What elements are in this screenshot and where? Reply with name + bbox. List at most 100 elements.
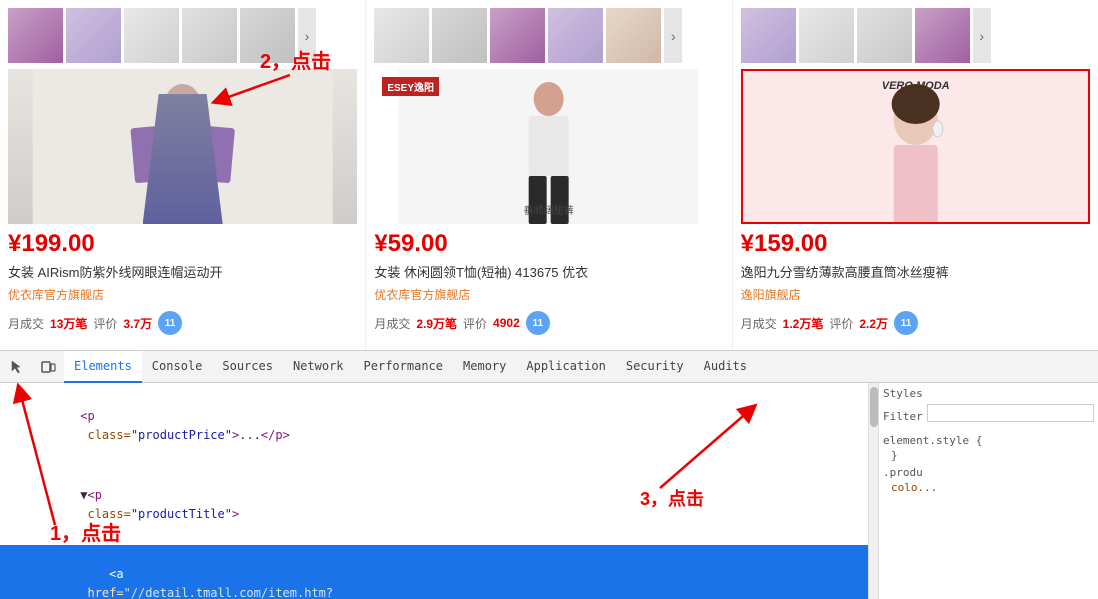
product-title-2: 女装 休闲圆领T恤(短袖) 413675 优衣 — [374, 264, 723, 282]
cursor-icon — [10, 359, 26, 375]
rating-count-1: 3.7万 — [123, 315, 152, 332]
tab-elements[interactable]: Elements — [64, 351, 142, 383]
thumb-item[interactable] — [741, 8, 796, 63]
scrollbar[interactable] — [868, 383, 878, 599]
thumb-item[interactable] — [374, 8, 429, 63]
devtools-elements-panel[interactable]: <p class="productPrice">...</p> ▼<p clas… — [0, 383, 868, 599]
shop-link-2[interactable]: 优衣库官方旗舰店 — [374, 286, 723, 303]
tab-sources[interactable]: Sources — [212, 351, 283, 383]
product-price-1: ¥199.00 — [8, 230, 357, 258]
product-main-image-2: ESEY逸阳 垂顺阔腿裤 — [374, 69, 723, 224]
next-thumb-button-2[interactable]: › — [664, 8, 682, 63]
val-span: "productPrice" — [131, 428, 232, 442]
thumb-item[interactable] — [124, 8, 179, 63]
filter-label: Filter — [883, 410, 923, 423]
attr-span: class= — [80, 428, 131, 442]
thumb-item[interactable] — [548, 8, 603, 63]
rating-badge-3: 11 — [894, 311, 918, 335]
val-class-title: "productTitle" — [131, 507, 232, 521]
tag-close-p: </p> — [261, 428, 290, 442]
devtools-container: Elements Console Sources Network Perform… — [0, 350, 1098, 599]
tag-open-close: > — [232, 507, 239, 521]
product-thumbs-2: › — [374, 8, 723, 63]
product-thumbs-1: › — [8, 8, 357, 63]
product-price-2: ¥59.00 — [374, 230, 723, 258]
rating-label-2: 评价 — [463, 315, 487, 332]
product-title-1: 女装 AIRism防紫外线网眼连帽运动开 — [8, 264, 357, 282]
product-main-image-3: VERO MODA — [741, 69, 1090, 224]
tab-performance[interactable]: Performance — [354, 351, 453, 383]
monthly-sales-label-2: 月成交 — [374, 315, 410, 332]
thumb-item[interactable] — [857, 8, 912, 63]
product-image-svg-3: VERO MODA — [743, 69, 1088, 224]
val-href: "//detail.tmall.com/item.htm? — [124, 586, 334, 599]
tab-security[interactable]: Security — [616, 351, 694, 383]
shop-link-1[interactable]: 优衣库官方旗舰店 — [8, 286, 357, 303]
element-style-rule: element.style { — [883, 434, 1094, 447]
monthly-sales-label-3: 月成交 — [741, 315, 777, 332]
product-image-svg-1 — [8, 69, 357, 224]
monthly-sales-label-1: 月成交 — [8, 315, 44, 332]
product-thumbs-3: › — [741, 8, 1090, 63]
next-thumb-button[interactable]: › — [298, 8, 316, 63]
tab-console[interactable]: Console — [142, 351, 213, 383]
rating-badge-2: 11 — [526, 311, 550, 335]
thumb-item[interactable] — [240, 8, 295, 63]
tag-span: <p — [80, 409, 94, 423]
shop-link-3[interactable]: 逸阳旗舰店 — [741, 286, 1090, 303]
rating-count-2: 4902 — [493, 316, 520, 330]
tab-memory[interactable]: Memory — [453, 351, 516, 383]
code-line-3[interactable]: <a href="//detail.tmall.com/item.htm? — [0, 545, 868, 599]
svg-text:垂顺阔腿裤: 垂顺阔腿裤 — [524, 204, 574, 217]
devtools-panel: Elements Console Sources Network Perform… — [0, 350, 1098, 599]
devtools-tabs-bar: Elements Console Sources Network Perform… — [0, 351, 1098, 383]
thumb-item[interactable] — [799, 8, 854, 63]
element-style-closing: } — [891, 449, 1094, 462]
attr-class-title: class= — [80, 507, 131, 521]
product-col-1: › ¥199.00 女装 AIRism防紫外线网眼 — [0, 0, 366, 350]
inspect-element-button[interactable] — [4, 353, 32, 381]
thumb-item[interactable] — [182, 8, 237, 63]
tab-application[interactable]: Application — [516, 351, 615, 383]
thumb-item[interactable] — [490, 8, 545, 63]
styles-sidebar: Styles Filter element.style { } .produ c… — [878, 383, 1098, 599]
tab-network[interactable]: Network — [283, 351, 354, 383]
device-toolbar-button[interactable] — [34, 353, 62, 381]
product-main-image-1 — [8, 69, 357, 224]
product-price-3: ¥159.00 — [741, 230, 1090, 258]
brand-badge-2: ESEY逸阳 — [382, 77, 439, 96]
devtools-content-area: <p class="productPrice">...</p> ▼<p clas… — [0, 383, 1098, 599]
sales-count-1: 13万笔 — [50, 315, 87, 332]
rating-badge-1: 11 — [158, 311, 182, 335]
rating-count-3: 2.2万 — [859, 315, 888, 332]
product-area: › ¥199.00 女装 AIRism防紫外线网眼 — [0, 0, 1098, 350]
thumb-item[interactable] — [66, 8, 121, 63]
product-stats-2: 月成交 2.9万笔 评价 4902 11 — [374, 311, 723, 335]
code-line-1: <p class="productPrice">...</p> — [0, 387, 868, 466]
code-line-2: ▼<p class="productTitle"> — [0, 466, 868, 545]
tag-p-title: <p — [87, 488, 101, 502]
device-icon — [40, 359, 56, 375]
styles-label: Styles — [883, 387, 1094, 400]
thumb-item[interactable] — [8, 8, 63, 63]
styles-filter-input[interactable] — [927, 404, 1094, 422]
scrollbar-thumb[interactable] — [870, 387, 878, 427]
produ-rule: .produ — [883, 466, 1094, 479]
rating-label-1: 评价 — [93, 315, 117, 332]
thumb-item[interactable] — [432, 8, 487, 63]
rating-label-3: 评价 — [829, 315, 853, 332]
product-col-2: › ESEY逸阳 垂顺阔腿裤 ¥59.00 女装 休闲圆领T恤(短袖) 4136 — [366, 0, 732, 350]
product-title-3: 逸阳九分雪纺薄款高腰直筒冰丝瘦裤 — [741, 264, 1090, 282]
tab-audits[interactable]: Audits — [694, 351, 757, 383]
sales-count-2: 2.9万笔 — [416, 315, 457, 332]
product-stats-3: 月成交 1.2万笔 评价 2.2万 11 — [741, 311, 1090, 335]
thumb-item[interactable] — [915, 8, 970, 63]
product-stats-1: 月成交 13万笔 评价 3.7万 11 — [8, 311, 357, 335]
product-col-3: › VERO MODA — [733, 0, 1098, 350]
color-prop: colo... — [891, 481, 1094, 494]
thumb-item[interactable] — [606, 8, 661, 63]
tag-a: <a — [109, 567, 123, 581]
product-list: › ¥199.00 女装 AIRism防紫外线网眼 — [0, 0, 1098, 350]
next-thumb-button-3[interactable]: › — [973, 8, 991, 63]
sales-count-3: 1.2万笔 — [783, 315, 824, 332]
